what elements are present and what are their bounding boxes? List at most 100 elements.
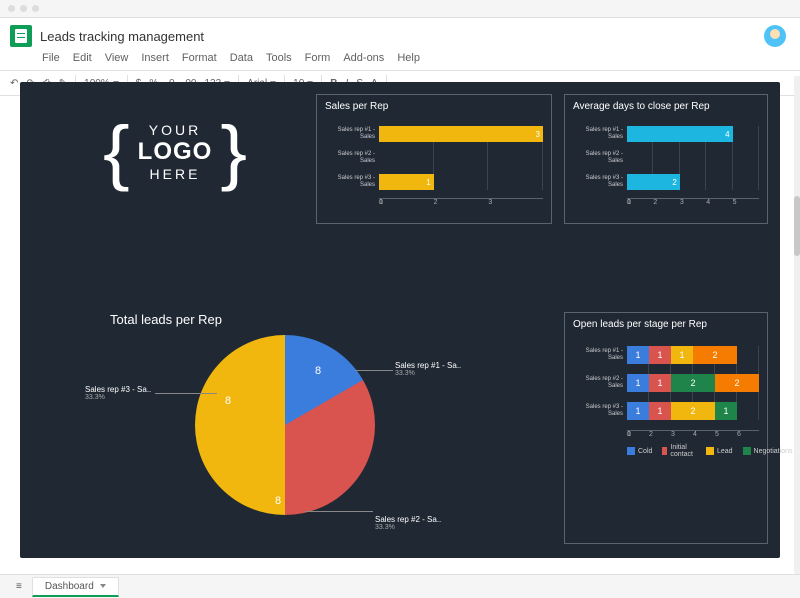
sheet-tabs-bar: ≡ Dashboard	[0, 574, 800, 598]
legend-item: Negotiations	[743, 444, 793, 458]
bar-row: Sales rep #2 - Sales	[573, 150, 759, 166]
bar-label: Sales rep #2 - Sales	[573, 151, 627, 164]
logo-placeholder: { YOUR LOGO HERE }	[60, 122, 290, 182]
brace-left-icon: {	[103, 130, 130, 173]
sheet-tab-label: Dashboard	[45, 581, 94, 592]
undo-button[interactable]: ↶	[10, 78, 18, 89]
pie-label: Sales rep #3 - Sa..33.3%	[85, 385, 151, 401]
dashboard-background: { YOUR LOGO HERE } Sales per Rep Sales r…	[20, 82, 780, 558]
legend-item: Initial contact	[662, 444, 696, 458]
axis-tick: 1	[379, 199, 434, 206]
chart-total-leads[interactable]: Total leads per Rep 8Sales rep #1 - Sa..…	[50, 312, 550, 515]
bar-label: Sales rep #1 - Sales	[325, 127, 379, 140]
sheet-tab-dashboard[interactable]: Dashboard	[32, 577, 119, 597]
bar-segment: 2	[715, 374, 759, 392]
bar-row: Sales rep #3 - Sales2	[573, 174, 759, 190]
axis-tick: 5	[715, 431, 737, 438]
bar: 2	[627, 174, 680, 190]
menu-file[interactable]: File	[42, 52, 60, 64]
bar: 4	[627, 126, 733, 142]
bar-segment: 2	[671, 402, 715, 420]
sheets-icon[interactable]	[10, 25, 32, 47]
bar-segment: 1	[627, 402, 649, 420]
menu-view[interactable]: View	[105, 52, 129, 64]
axis-tick: 1	[627, 199, 653, 206]
bar-segment: 1	[671, 346, 693, 364]
bar-label: Sales rep #2 - Sales	[325, 151, 379, 164]
legend-label: Negotiations	[754, 448, 793, 455]
legend-label: Lead	[717, 448, 733, 455]
window-dot	[8, 5, 15, 12]
avatar[interactable]	[764, 25, 786, 47]
axis-tick: 2	[653, 199, 679, 206]
chart-title: Open leads per stage per Rep	[565, 313, 767, 332]
menu-tools[interactable]: Tools	[266, 52, 292, 64]
stacked-row: Sales rep #2 - Sales1122	[573, 374, 759, 392]
bar-segment: 2	[671, 374, 715, 392]
logo-line3: HERE	[138, 166, 213, 182]
bar-label: Sales rep #3 - Sales	[573, 404, 627, 417]
document-title[interactable]: Leads tracking management	[40, 29, 204, 44]
all-sheets-button[interactable]: ≡	[16, 581, 22, 592]
menu-edit[interactable]: Edit	[73, 52, 92, 64]
axis-tick: 4	[693, 431, 715, 438]
chart-title: Average days to close per Rep	[565, 95, 767, 114]
bar-label: Sales rep #3 - Sales	[573, 175, 627, 188]
chart-title: Sales per Rep	[317, 95, 551, 114]
bar-row: Sales rep #2 - Sales	[325, 150, 543, 166]
logo-line1: YOUR	[138, 122, 213, 138]
vertical-scrollbar[interactable]	[794, 76, 800, 574]
menu-help[interactable]: Help	[397, 52, 420, 64]
bar-segment: 1	[649, 402, 671, 420]
pie-value: 8	[275, 495, 281, 507]
stacked-row: Sales rep #3 - Sales1121	[573, 402, 759, 420]
bar-label: Sales rep #3 - Sales	[325, 175, 379, 188]
stacked-row: Sales rep #1 - Sales1112	[573, 346, 759, 364]
chart-title: Total leads per Rep	[110, 312, 550, 327]
menu-addons[interactable]: Add-ons	[343, 52, 384, 64]
canvas[interactable]: { YOUR LOGO HERE } Sales per Rep Sales r…	[20, 76, 794, 574]
brace-right-icon: }	[220, 130, 247, 173]
bar: 3	[379, 126, 543, 142]
axis-tick: 3	[680, 199, 706, 206]
pie-label: Sales rep #2 - Sa..33.3%	[375, 515, 441, 531]
axis-tick: 2	[434, 199, 489, 206]
bar-label: Sales rep #2 - Sales	[573, 376, 627, 389]
browser-chrome	[0, 0, 800, 18]
pie-value: 8	[225, 395, 231, 407]
bar-segment: 1	[715, 402, 737, 420]
bar-row: Sales rep #3 - Sales1	[325, 174, 543, 190]
bar-segment: 1	[627, 374, 649, 392]
axis-tick: 5	[733, 199, 759, 206]
chevron-down-icon[interactable]	[100, 584, 106, 588]
legend-swatch	[743, 447, 751, 455]
chart-sales-per-rep[interactable]: Sales per Rep Sales rep #1 - Sales3Sales…	[316, 94, 552, 224]
bar-label: Sales rep #1 - Sales	[573, 127, 627, 140]
bar-segment: 1	[627, 346, 649, 364]
bar: 1	[379, 174, 434, 190]
axis-tick: 6	[737, 431, 759, 438]
menu-data[interactable]: Data	[230, 52, 253, 64]
chart-open-leads-stage[interactable]: Open leads per stage per Rep Sales rep #…	[564, 312, 768, 544]
logo-line2: LOGO	[138, 138, 213, 166]
window-dot	[20, 5, 27, 12]
leader-line	[305, 511, 373, 512]
legend-item: Cold	[627, 444, 652, 458]
bar-row: Sales rep #1 - Sales4	[573, 126, 759, 142]
title-bar: Leads tracking management	[0, 18, 800, 48]
axis-tick: 3	[671, 431, 693, 438]
legend-swatch	[627, 447, 635, 455]
legend-label: Cold	[638, 448, 652, 455]
axis-tick: 1	[627, 431, 649, 438]
legend-label: Initial contact	[670, 444, 696, 458]
window-dot	[32, 5, 39, 12]
chart-avg-days-close[interactable]: Average days to close per Rep Sales rep …	[564, 94, 768, 224]
menu-insert[interactable]: Insert	[141, 52, 169, 64]
bar-segment: 1	[649, 346, 671, 364]
menu-format[interactable]: Format	[182, 52, 217, 64]
axis-tick: 3	[488, 199, 543, 206]
leader-line	[355, 370, 393, 371]
legend-swatch	[662, 447, 667, 455]
menu-form[interactable]: Form	[305, 52, 331, 64]
bar-row: Sales rep #1 - Sales3	[325, 126, 543, 142]
